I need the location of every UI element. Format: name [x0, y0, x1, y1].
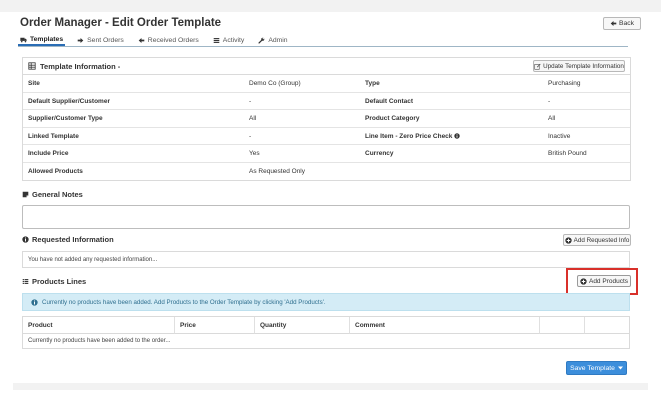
add-requested-info-label: Add Requested Info — [573, 236, 630, 244]
list-icon — [22, 279, 29, 284]
caret-down-icon — [617, 366, 623, 370]
info-label: Line Item - Zero Price Check — [365, 133, 460, 140]
info-row: Allowed Products As Requested Only — [23, 163, 630, 181]
info-label: Default Contact — [365, 97, 414, 105]
table-icon — [28, 62, 36, 70]
info-value: Yes — [249, 150, 260, 157]
add-requested-info-button[interactable]: Add Requested Info — [563, 234, 631, 246]
footer-bar — [13, 383, 648, 390]
info-value: Purchasing — [548, 80, 581, 87]
info-value: British Pound — [548, 150, 587, 157]
tab-activity-label: Activity — [222, 36, 245, 44]
info-row: Include Price Yes Currency British Pound — [23, 145, 630, 163]
column-header-product: Product — [23, 317, 175, 334]
arrow-left-icon — [610, 21, 617, 26]
arrow-left-icon — [138, 37, 145, 43]
general-notes-heading: General Notes — [22, 190, 83, 199]
info-circle-icon[interactable] — [454, 132, 460, 139]
info-label: Allowed Products — [28, 167, 83, 175]
column-header-quantity: Quantity — [255, 317, 350, 334]
info-circle-icon — [31, 298, 38, 306]
save-template-button[interactable]: Save Template — [566, 361, 627, 375]
tab-received-orders-label: Received Orders — [147, 36, 199, 44]
plus-circle-icon — [565, 236, 572, 244]
products-empty-row: Currently no products have been added to… — [28, 338, 171, 344]
info-row: Default Supplier/Customer - Default Cont… — [23, 93, 630, 110]
column-header-comment: Comment — [350, 317, 540, 334]
info-row: Supplier/Customer Type All Product Categ… — [23, 110, 630, 128]
edit-icon — [534, 63, 541, 70]
template-information-panel: Template Information - Update Template I… — [22, 57, 631, 181]
info-value: - — [249, 132, 252, 140]
wrench-icon — [258, 37, 265, 44]
products-table: Product Price Quantity Comment Currently… — [22, 316, 630, 349]
tab-bar: Templates Sent Orders Received Orders Ac… — [18, 34, 628, 47]
back-button[interactable]: Back — [603, 17, 641, 30]
info-value: Demo Co (Group) — [249, 80, 301, 87]
general-notes-title: General Notes — [32, 190, 83, 199]
info-value: All — [548, 115, 556, 122]
back-button-label: Back — [618, 20, 635, 27]
info-label: Include Price — [28, 150, 69, 157]
add-products-label: Add Products — [588, 277, 629, 285]
tab-templates[interactable]: Templates — [18, 34, 66, 46]
tab-admin[interactable]: Admin — [256, 34, 289, 46]
requested-information-title: Requested Information — [32, 235, 114, 244]
page-title: Order Manager - Edit Order Template — [20, 17, 222, 29]
tab-received-orders[interactable]: Received Orders — [136, 34, 201, 46]
arrow-right-icon — [77, 37, 84, 43]
truck-icon — [20, 37, 27, 42]
page-header: Order Manager - Edit Order Template Back — [13, 13, 641, 33]
note-icon — [22, 191, 29, 198]
tab-admin-label: Admin — [268, 36, 288, 44]
zero-price-check-label: Line Item - Zero Price Check — [365, 132, 453, 140]
info-label: Product Category — [365, 115, 420, 122]
info-value: All — [249, 115, 257, 122]
general-notes-input[interactable] — [22, 205, 630, 229]
template-information-title: Template Information - — [40, 61, 121, 71]
info-row: Linked Template - Line Item - Zero Price… — [23, 128, 630, 145]
info-label: Default Supplier/Customer — [28, 97, 110, 105]
tab-templates-label: Templates — [30, 35, 64, 43]
products-lines-title: Products Lines — [32, 277, 87, 286]
list-icon — [213, 37, 220, 43]
info-value: - — [249, 97, 252, 105]
info-value: As Requested Only — [249, 167, 306, 175]
no-products-alert: Currently no products have been added. A… — [22, 293, 630, 311]
template-information-heading: Template Information - Update Template I… — [23, 58, 630, 75]
info-row: Site Demo Co (Group) Type Purchasing — [23, 75, 630, 93]
info-label: Site — [28, 80, 40, 87]
info-label: Supplier/Customer Type — [28, 115, 103, 122]
info-label: Currency — [365, 150, 394, 157]
requested-information-heading: Requested Information — [22, 235, 114, 244]
info-label: Linked Template — [28, 132, 79, 140]
info-value: - — [548, 97, 551, 105]
column-header-extra — [585, 317, 629, 334]
column-header-actions — [540, 317, 585, 334]
add-products-button[interactable]: Add Products — [577, 275, 631, 287]
products-lines-heading: Products Lines — [22, 277, 86, 286]
top-bar — [0, 0, 661, 12]
info-value: Inactive — [548, 132, 571, 140]
plus-circle-icon — [580, 277, 587, 285]
tab-sent-orders[interactable]: Sent Orders — [75, 34, 126, 46]
no-products-alert-text: Currently no products have been added. A… — [42, 298, 326, 306]
update-template-information-button[interactable]: Update Template Information — [533, 60, 625, 72]
tab-sent-orders-label: Sent Orders — [87, 36, 124, 44]
tab-activity[interactable]: Activity — [211, 34, 247, 46]
info-label: Type — [365, 80, 380, 87]
column-header-price: Price — [175, 317, 255, 334]
update-template-information-label: Update Template Information — [543, 62, 624, 70]
info-circle-icon — [22, 236, 29, 243]
requested-information-empty: You have not added any requested informa… — [22, 251, 630, 268]
save-template-label: Save Template — [570, 364, 615, 372]
